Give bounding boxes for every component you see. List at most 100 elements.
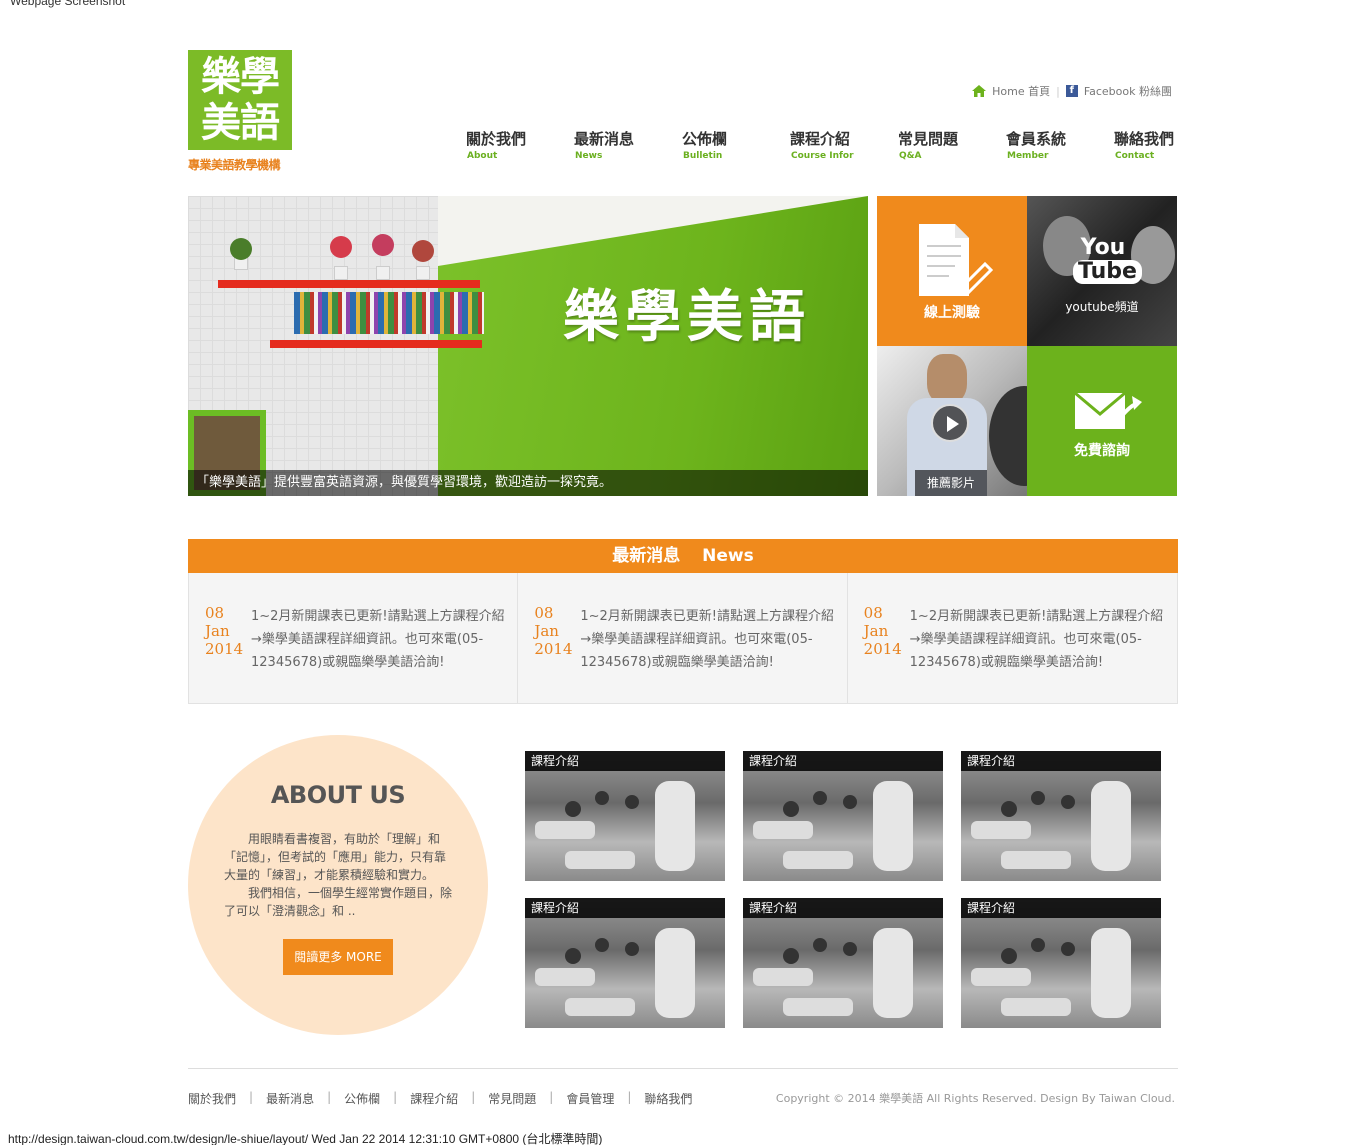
- nav-item-member[interactable]: 會員系統 Member: [1006, 128, 1114, 161]
- desk: [971, 821, 1031, 839]
- plant: [412, 240, 434, 262]
- desk: [565, 851, 635, 869]
- document-edit-icon: [919, 224, 995, 300]
- nav-item-news[interactable]: 最新消息 News: [574, 128, 682, 161]
- desk: [783, 998, 853, 1016]
- logo-line-2: 美語: [201, 100, 280, 146]
- course-card[interactable]: 課程介紹: [525, 898, 725, 1028]
- online-test-label: 線上測驗: [924, 305, 980, 321]
- nav-item-bulletin[interactable]: 公佈欄 Bulletin: [682, 128, 790, 161]
- news-item[interactable]: 08 Jan 2014 1~2月新開課表已更新!請點選上方課程介紹→樂學美語課程…: [518, 573, 848, 703]
- course-card[interactable]: 課程介紹: [961, 898, 1161, 1028]
- student: [783, 801, 799, 817]
- background-sign: [989, 386, 1027, 486]
- student: [843, 942, 857, 956]
- video-label: 推薦影片: [915, 470, 987, 496]
- news-title-en: News: [702, 546, 754, 566]
- desk: [783, 851, 853, 869]
- news-day: 08: [205, 604, 225, 622]
- read-more-button[interactable]: 閱讀更多 MORE: [283, 939, 393, 975]
- nav-item-about[interactable]: 關於我們 About: [466, 128, 574, 161]
- course-card[interactable]: 課程介紹: [525, 751, 725, 881]
- about-paragraph: 我們相信，一個學生經常實作題目，除了可以「澄清觀念」和 ..: [224, 886, 453, 918]
- site-logo[interactable]: 樂學 美語 專業美語教學機構: [188, 50, 292, 173]
- about-paragraph: 用眼睛看書複習，有助於「理解」和「記憶」，但考試的「應用」能力，只有靠大量的「練…: [224, 832, 447, 882]
- divider: |: [249, 1090, 254, 1104]
- course-label: 課程介紹: [525, 751, 725, 771]
- video-tile[interactable]: 推薦影片: [877, 346, 1027, 496]
- facebook-icon: f: [1065, 85, 1078, 97]
- home-link[interactable]: Home 首頁: [992, 83, 1050, 99]
- divider: |: [393, 1090, 398, 1104]
- shelf: [218, 280, 480, 288]
- desk: [753, 821, 813, 839]
- nav-item-qa[interactable]: 常見問題 Q&A: [898, 128, 1006, 161]
- student: [1061, 795, 1075, 809]
- news-year: 2014: [863, 640, 902, 658]
- page-url-caption: http://design.taiwan-cloud.com.tw/design…: [8, 1132, 603, 1145]
- nav-sublabel: Contact: [1115, 151, 1155, 161]
- footer-link-course[interactable]: 課程介紹: [410, 1090, 458, 1107]
- news-year: 2014: [534, 640, 573, 658]
- desk: [1001, 998, 1071, 1016]
- course-card[interactable]: 課程介紹: [743, 751, 943, 881]
- nav-label: 關於我們: [466, 130, 527, 148]
- youtube-tile[interactable]: You Tube youtube頻道: [1027, 196, 1177, 346]
- news-month: Jan: [863, 622, 889, 640]
- nav-label: 公佈欄: [682, 130, 728, 148]
- news-text: 1~2月新開課表已更新!請點選上方課程介紹→樂學美語課程詳細資訊。也可來電(05…: [580, 609, 834, 670]
- student: [1031, 791, 1045, 805]
- student: [625, 795, 639, 809]
- teacher: [1091, 781, 1131, 871]
- facebook-link[interactable]: Facebook 粉絲團: [1084, 83, 1172, 99]
- divider: |: [549, 1090, 554, 1104]
- youtube-logo-icon: You Tube: [1073, 236, 1142, 284]
- divider: |: [627, 1090, 632, 1104]
- student: [783, 948, 799, 964]
- news-item[interactable]: 08 Jan 2014 1~2月新開課表已更新!請點選上方課程介紹→樂學美語課程…: [848, 573, 1177, 703]
- news-list: 08 Jan 2014 1~2月新開課表已更新!請點選上方課程介紹→樂學美語課程…: [188, 573, 1178, 704]
- divider: |: [471, 1090, 476, 1104]
- copyright: Copyright © 2014 樂學美語 All Rights Reserve…: [775, 1092, 1175, 1105]
- news-item[interactable]: 08 Jan 2014 1~2月新開課表已更新!請點選上方課程介紹→樂學美語課程…: [189, 573, 519, 703]
- footer-divider: [188, 1068, 1178, 1069]
- nav-sublabel: Course Infor: [791, 151, 854, 161]
- hero-caption: 「樂學美語」提供豐富英語資源，與優質學習環境，歡迎造訪一探究竟。: [188, 470, 868, 496]
- footer-link-member[interactable]: 會員管理: [566, 1090, 614, 1107]
- nav-label: 最新消息: [574, 130, 635, 148]
- about-title: ABOUT US: [270, 781, 406, 809]
- mail-icon: [1074, 390, 1144, 436]
- course-card[interactable]: 課程介紹: [743, 898, 943, 1028]
- footer-link-bulletin[interactable]: 公佈欄: [344, 1090, 380, 1107]
- nav-sublabel: Bulletin: [683, 151, 723, 161]
- logo-tagline: 專業美語教學機構: [188, 158, 281, 172]
- desk: [753, 968, 813, 986]
- student: [565, 801, 581, 817]
- person-photo: [927, 354, 967, 404]
- desk: [565, 998, 635, 1016]
- teacher: [1091, 928, 1131, 1018]
- footer-link-news[interactable]: 最新消息: [266, 1090, 314, 1107]
- course-label: 課程介紹: [743, 751, 943, 771]
- youtube-label: youtube頻道: [1065, 300, 1139, 314]
- play-icon[interactable]: [931, 404, 969, 442]
- nav-label: 會員系統: [1006, 130, 1067, 148]
- hero-title: 樂學美語: [563, 285, 811, 350]
- student: [843, 795, 857, 809]
- news-date: 08 Jan 2014: [534, 604, 572, 658]
- contact-label: 免費諮詢: [1074, 443, 1130, 459]
- teacher: [655, 781, 695, 871]
- footer-link-qa[interactable]: 常見問題: [488, 1090, 536, 1107]
- nav-item-course[interactable]: 課程介紹 Course Infor: [790, 128, 898, 161]
- hero-banner[interactable]: 樂學美語 「樂學美語」提供豐富英語資源，與優質學習環境，歡迎造訪一探究竟。: [188, 196, 868, 496]
- nav-label: 聯絡我們: [1114, 130, 1175, 148]
- logo-line-1: 樂學: [201, 54, 280, 100]
- footer-link-about[interactable]: 關於我們: [188, 1090, 236, 1107]
- online-test-tile[interactable]: 線上測驗: [877, 196, 1027, 346]
- course-card[interactable]: 課程介紹: [961, 751, 1161, 881]
- student: [813, 791, 827, 805]
- home-icon: [972, 85, 987, 97]
- footer-link-contact[interactable]: 聯絡我們: [644, 1090, 692, 1107]
- nav-item-contact[interactable]: 聯絡我們 Contact: [1114, 128, 1222, 161]
- contact-tile[interactable]: 免費諮詢: [1027, 346, 1177, 496]
